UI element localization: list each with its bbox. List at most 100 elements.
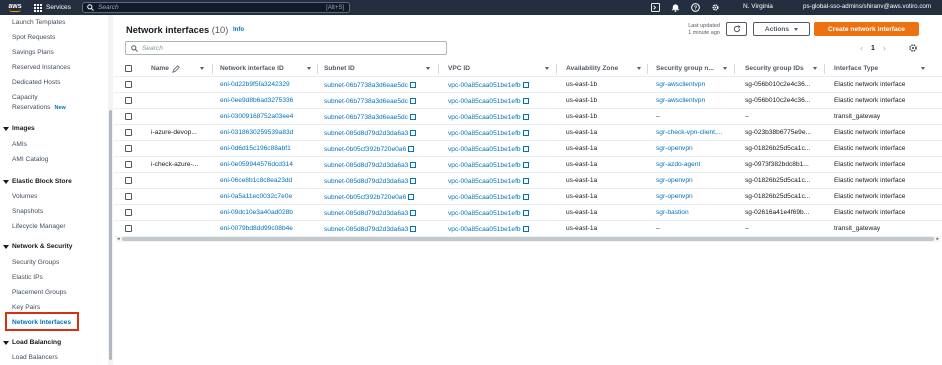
global-search-input[interactable]: Search [Alt+S]: [82, 2, 350, 13]
cell-network-interface-id[interactable]: eni-09dc10e3a40ad028b: [220, 209, 293, 216]
row-checkbox[interactable]: [125, 161, 132, 168]
cell-security-group-name[interactable]: sgr-openvpn: [656, 177, 693, 184]
cell-vpc-id[interactable]: vpc-00a85caa051be1efb: [448, 225, 529, 233]
sort-icon[interactable]: [921, 67, 925, 70]
external-link-icon[interactable]: [410, 130, 417, 136]
cell-subnet-id[interactable]: subnet-06b7738a3d6eae5dc: [324, 113, 416, 121]
external-link-icon[interactable]: [409, 82, 416, 88]
row-checkbox[interactable]: [125, 145, 132, 152]
column-divider[interactable]: [438, 64, 439, 74]
table-row[interactable]: i-check-azure-... eni-0e059944576dcd314 su…: [114, 157, 942, 173]
cell-subnet-id[interactable]: subnet-0b05cf392b720e0a6: [324, 145, 415, 153]
row-checkbox[interactable]: [125, 225, 132, 232]
sidebar-item-placement-groups[interactable]: Placement Groups: [12, 289, 67, 296]
sidebar-item-launch-templates[interactable]: Launch Templates: [12, 19, 65, 26]
scroll-right-icon[interactable]: ▸: [936, 236, 939, 242]
cell-security-group-name[interactable]: sgr-bastion: [656, 209, 689, 216]
cell-network-interface-id[interactable]: eni-03009168752a03ee4: [220, 113, 293, 120]
aws-logo[interactable]: aws: [4, 0, 26, 15]
cell-vpc-id[interactable]: vpc-00a85caa051be1efb: [448, 81, 529, 89]
row-checkbox[interactable]: [125, 129, 132, 136]
table-row[interactable]: i-azure-devop... eni-0318630259539a83d sub…: [114, 125, 942, 141]
cell-security-group-name[interactable]: sgr-awsclientvpn: [656, 81, 705, 88]
filter-input[interactable]: Search: [125, 41, 447, 55]
actions-button[interactable]: Actions: [753, 22, 810, 36]
sidebar-item-elastic-ips[interactable]: Elastic IPs: [12, 274, 43, 281]
cell-vpc-id[interactable]: vpc-00a85caa051be1efb: [448, 113, 529, 121]
cell-vpc-id[interactable]: vpc-00a85caa051be1efb: [448, 145, 529, 153]
sidebar-section-images[interactable]: Images: [3, 125, 35, 132]
table-row[interactable]: eni-0d22b9f5fa3242329 subnet-06b7738a3d6e…: [114, 77, 942, 93]
sidebar-section-network-security[interactable]: Network & Security: [3, 243, 72, 250]
col-name[interactable]: Name: [151, 65, 169, 72]
cell-subnet-id[interactable]: subnet-085d8d79d2d3da6a3: [324, 209, 417, 217]
sidebar-item-ami-catalog[interactable]: AMI Catalog: [12, 156, 48, 163]
external-link-icon[interactable]: [522, 98, 529, 104]
cell-subnet-id[interactable]: subnet-0b05cf392b720e0a6: [324, 193, 415, 201]
external-link-icon[interactable]: [410, 226, 417, 232]
row-checkbox[interactable]: [125, 193, 132, 200]
sort-icon[interactable]: [307, 67, 311, 70]
create-network-interface-button[interactable]: Create network interface: [814, 22, 919, 36]
col-vpc-id[interactable]: VPC ID: [448, 65, 470, 72]
column-divider[interactable]: [734, 64, 735, 74]
column-divider[interactable]: [212, 64, 213, 74]
cell-subnet-id[interactable]: subnet-06b7738a3d6eae5dc: [324, 81, 416, 89]
info-link[interactable]: Info: [233, 27, 244, 33]
sidebar-item-key-pairs[interactable]: Key Pairs: [12, 304, 40, 311]
cell-vpc-id[interactable]: vpc-00a85caa051be1efb: [448, 193, 529, 201]
sidebar-item-reserved-instances[interactable]: Reserved Instances: [12, 64, 70, 71]
external-link-icon[interactable]: [522, 146, 529, 152]
notifications-bell-icon[interactable]: [670, 2, 680, 12]
column-divider[interactable]: [647, 64, 648, 74]
table-row[interactable]: eni-09dc10e3a40ad028b subnet-085d8d79d2d3…: [114, 205, 942, 221]
cell-vpc-id[interactable]: vpc-00a85caa051be1efb: [448, 209, 529, 217]
table-row[interactable]: eni-03009168752a03ee4 subnet-06b7738a3d6e…: [114, 109, 942, 125]
cell-network-interface-id[interactable]: eni-0079bd8dd99c08b4e: [220, 225, 293, 232]
cell-network-interface-id[interactable]: eni-0318630259539a83d: [220, 129, 293, 136]
cell-network-interface-id[interactable]: eni-0a5a11ec0032c7e0e: [220, 193, 292, 200]
help-icon[interactable]: ?: [690, 2, 700, 12]
cell-security-group-name[interactable]: sgr-awsclientvpn: [656, 97, 705, 104]
row-checkbox[interactable]: [125, 209, 132, 216]
sidebar-scroll-thumb[interactable]: [109, 110, 112, 360]
col-security-group-names[interactable]: Security group n...: [656, 65, 714, 72]
cell-network-interface-id[interactable]: eni-0e059944576dcd314: [220, 161, 293, 168]
cell-subnet-id[interactable]: subnet-06b7738a3d6eae5dc: [324, 97, 416, 105]
sort-icon[interactable]: [426, 67, 430, 70]
external-link-icon[interactable]: [408, 146, 415, 152]
col-network-interface-id[interactable]: Network interface ID: [220, 65, 284, 72]
external-link-icon[interactable]: [410, 178, 417, 184]
sidebar-item-spot-requests[interactable]: Spot Requests: [12, 34, 55, 41]
external-link-icon[interactable]: [522, 226, 529, 232]
cell-subnet-id[interactable]: subnet-085d8d79d2d3da6a3: [324, 225, 417, 233]
prev-page-icon[interactable]: ‹: [860, 43, 863, 53]
sidebar-item-volumes[interactable]: Volumes: [12, 193, 37, 200]
table-row[interactable]: eni-0a5a11ec0032c7e0e subnet-0b05cf392b72…: [114, 189, 942, 205]
cell-security-group-name[interactable]: sgr-azdo-agent: [656, 161, 700, 168]
table-row[interactable]: eni-0d6d15c196c88abf1 subnet-0b05cf392b72…: [114, 141, 942, 157]
column-divider[interactable]: [317, 64, 318, 74]
external-link-icon[interactable]: [522, 194, 529, 200]
external-link-icon[interactable]: [408, 194, 415, 200]
horizontal-scrollbar[interactable]: ◂ ▸: [116, 236, 940, 242]
sidebar-section-load-balancing[interactable]: Load Balancing: [3, 339, 61, 346]
sidebar-item-dedicated-hosts[interactable]: Dedicated Hosts: [12, 79, 60, 86]
cell-network-interface-id[interactable]: eni-0d22b9f5fa3242329: [220, 81, 290, 88]
external-link-icon[interactable]: [409, 98, 416, 104]
external-link-icon[interactable]: [522, 82, 529, 88]
services-menu[interactable]: Services: [34, 3, 71, 12]
col-interface-type[interactable]: Interface Type: [834, 65, 878, 72]
refresh-button[interactable]: [726, 22, 747, 36]
horizontal-scroll-thumb[interactable]: [122, 237, 934, 241]
sidebar-item-security-groups[interactable]: Security Groups: [12, 259, 59, 266]
table-row[interactable]: eni-0079bd8dd99c08b4e subnet-085d8d79d2d3…: [114, 221, 942, 237]
col-subnet-id[interactable]: Subnet ID: [324, 65, 355, 72]
col-security-group-ids[interactable]: Security group IDs: [745, 65, 804, 72]
table-row[interactable]: eni-0ee9d8b6ad3275336 subnet-06b7738a3d6e…: [114, 93, 942, 109]
row-checkbox[interactable]: [125, 97, 132, 104]
cell-subnet-id[interactable]: subnet-085d8d79d2d3da6a3: [324, 129, 417, 137]
row-checkbox[interactable]: [125, 177, 132, 184]
sidebar-item-reservations[interactable]: Reservations New: [12, 104, 66, 111]
sidebar-item-network-interfaces[interactable]: Network Interfaces: [12, 319, 71, 326]
